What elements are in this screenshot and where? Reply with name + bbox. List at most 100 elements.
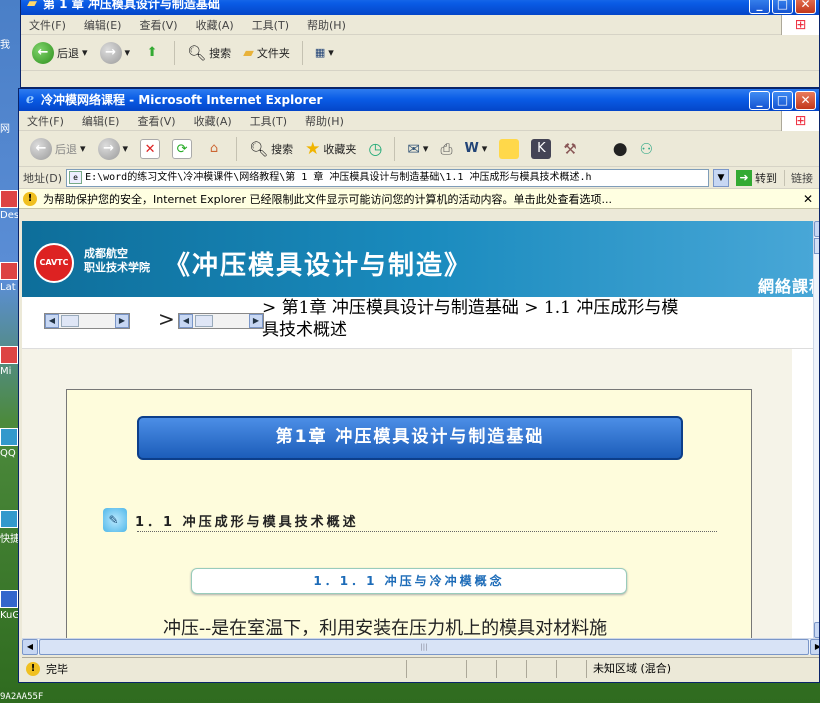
address-dropdown-icon[interactable]: ▼ — [713, 168, 729, 187]
desktop-icon-2[interactable]: 网 — [0, 120, 20, 135]
qq-button[interactable]: ● — [610, 135, 631, 163]
app-icon — [0, 262, 18, 280]
scroll-up-icon[interactable]: ▲ — [814, 221, 819, 237]
school-name-line1: 成都航空 — [84, 247, 128, 260]
infobar-close-icon[interactable]: ✕ — [803, 192, 813, 206]
horizontal-scrollbar[interactable]: ◀ ||| ▶ — [22, 638, 819, 655]
desktop-icon-6[interactable]: QQ — [0, 428, 20, 459]
views-button[interactable]: ▦ ▾ — [312, 39, 337, 67]
desktop-icon-8[interactable]: KuG — [0, 590, 20, 621]
menu-favorites[interactable]: 收藏(A) — [194, 113, 232, 129]
desktop-icon-4[interactable]: Lat — [0, 262, 20, 293]
status-cell — [526, 659, 556, 678]
stop-icon: ✕ — [140, 138, 161, 159]
links-label[interactable]: 链接 — [784, 169, 819, 186]
windows-logo-icon: ⊞ — [781, 111, 819, 131]
back-menubar: 文件(F) 编辑(E) 查看(V) 收藏(A) 工具(T) 帮助(H) ⊞ — [21, 15, 819, 35]
refresh-button[interactable]: ⟳ — [169, 135, 195, 163]
back-button[interactable]: ← 后退 ▾ — [27, 135, 89, 163]
address-input[interactable]: e E:\word的练习文件\冷冲模课件\网络教程\第 1 章 冲压模具设计与制… — [66, 168, 709, 187]
menu-help[interactable]: 帮助(H) — [305, 113, 344, 129]
tool-button[interactable]: ⚒ — [560, 135, 579, 163]
scroll-right-icon[interactable]: ▶ — [810, 639, 819, 655]
close-button[interactable]: ✕ — [795, 0, 816, 14]
edit-button[interactable]: W ▾ — [461, 135, 490, 163]
menu-favorites[interactable]: 收藏(A) — [196, 17, 234, 33]
maximize-button[interactable]: □ — [772, 0, 793, 14]
up-folder-button[interactable]: ⬆ — [139, 39, 165, 67]
note-icon: ✎ — [103, 508, 127, 532]
close-button[interactable]: ✕ — [795, 91, 816, 110]
zone-label: 未知区域 (混合) — [593, 661, 672, 675]
forward-button[interactable]: → ▾ — [97, 39, 134, 67]
kugou-icon — [0, 590, 18, 608]
app-icon — [0, 190, 18, 208]
scroll-down-icon[interactable]: ▼ — [814, 622, 819, 638]
back-window-titlebar[interactable]: ▰ 第 1 章 冲压模具设计与制造基础 _ □ ✕ — [21, 0, 819, 15]
mail-button[interactable]: ✉ ▾ — [404, 135, 431, 163]
menu-edit[interactable]: 编辑(E) — [84, 17, 122, 33]
ie-window[interactable]: ℯ 冷冲模网络课程 - Microsoft Internet Explorer … — [18, 88, 820, 683]
go-button[interactable]: ➜ 转到 — [733, 164, 780, 192]
vertical-scrollbar[interactable]: ▲ ▼ — [813, 221, 819, 640]
toolbar-separator — [174, 40, 176, 65]
folders-button[interactable]: ▰ 文件夹 — [240, 39, 293, 67]
minimize-button[interactable]: _ — [749, 91, 770, 110]
scroll-left-icon[interactable]: ◀ — [179, 314, 193, 328]
maximize-button[interactable]: □ — [772, 91, 793, 110]
horizontal-scroll-thumb[interactable]: ||| — [39, 639, 809, 655]
desktop-icon-5[interactable]: Mi — [0, 346, 20, 377]
minimize-button[interactable]: _ — [749, 0, 770, 14]
menu-help[interactable]: 帮助(H) — [307, 17, 346, 33]
home-button[interactable]: ⌂ — [201, 135, 227, 163]
shield-icon: ! — [23, 191, 37, 206]
scroll-left-icon[interactable]: ◀ — [22, 639, 38, 655]
desktop-icon-3[interactable]: Des — [0, 190, 20, 221]
desktop-icon-1[interactable]: 我 — [0, 36, 20, 51]
nav-scroller-2[interactable]: ◀ ▶ — [178, 313, 264, 329]
section-heading: ✎ 1．1 冲压成形与模具技术概述 — [103, 508, 359, 532]
print-button[interactable]: ⎙ — [437, 135, 455, 163]
menu-file[interactable]: 文件(F) — [29, 17, 66, 33]
discuss-button[interactable] — [496, 135, 522, 163]
vertical-scroll-thumb[interactable] — [814, 238, 819, 254]
ie-titlebar[interactable]: ℯ 冷冲模网络课程 - Microsoft Internet Explorer … — [19, 89, 819, 111]
desktop-icon-7[interactable]: 快捷 Co — [0, 510, 20, 545]
menu-file[interactable]: 文件(F) — [27, 113, 64, 129]
forward-button[interactable]: → ▾ — [95, 135, 132, 163]
menu-edit[interactable]: 编辑(E) — [82, 113, 120, 129]
scroll-right-icon[interactable]: ▶ — [115, 314, 129, 328]
nav-scroller-1[interactable]: ◀ ▶ — [44, 313, 130, 329]
messenger-button[interactable]: ⚇ — [637, 135, 656, 163]
status-text: 完毕 — [46, 662, 68, 676]
views-icon: ▦ — [314, 46, 326, 59]
app-icon — [0, 346, 18, 364]
search-button[interactable]: 🔍︎ 搜索 — [184, 39, 234, 67]
infobar-text: 为帮助保护您的安全，Internet Explorer 已经限制此文件显示可能访… — [43, 192, 612, 206]
back-explorer-window[interactable]: ▰ 第 1 章 冲压模具设计与制造基础 _ □ ✕ 文件(F) 编辑(E) 查看… — [20, 0, 820, 88]
menu-view[interactable]: 查看(V) — [137, 113, 175, 129]
search-button[interactable]: 🔍︎ 搜索 — [246, 135, 296, 163]
scroll-thumb[interactable] — [195, 315, 213, 327]
security-infobar[interactable]: ! 为帮助保护您的安全，Internet Explorer 已经限制此文件显示可… — [19, 189, 819, 209]
ie-logo-icon: ℯ — [25, 92, 35, 107]
security-zone[interactable]: 未知区域 (混合) — [586, 659, 746, 678]
go-label: 转到 — [755, 171, 777, 185]
home-icon: ⌂ — [209, 140, 219, 156]
school-name-line2: 职业技术学院 — [84, 261, 150, 274]
menu-tools[interactable]: 工具(T) — [250, 113, 287, 129]
back-button[interactable]: ← 后退 ▾ — [29, 39, 91, 67]
subsection-title-button[interactable]: 1．1．1 冲压与冷冲模概念 — [191, 568, 627, 594]
menu-tools[interactable]: 工具(T) — [252, 17, 289, 33]
chapter-title-button[interactable]: 第1章 冲压模具设计与制造基础 — [137, 416, 683, 460]
folder-icon: ▰ — [243, 44, 254, 61]
history-button[interactable]: ◷ — [365, 135, 385, 163]
research-button[interactable]: K — [528, 135, 554, 163]
favorites-button[interactable]: ★ 收藏夹 — [302, 135, 359, 163]
menu-view[interactable]: 查看(V) — [139, 17, 177, 33]
scroll-right-icon[interactable]: ▶ — [249, 314, 263, 328]
scroll-thumb[interactable] — [61, 315, 79, 327]
forward-arrow-icon: → — [97, 137, 120, 160]
stop-button[interactable]: ✕ — [137, 135, 163, 163]
scroll-left-icon[interactable]: ◀ — [45, 314, 59, 328]
